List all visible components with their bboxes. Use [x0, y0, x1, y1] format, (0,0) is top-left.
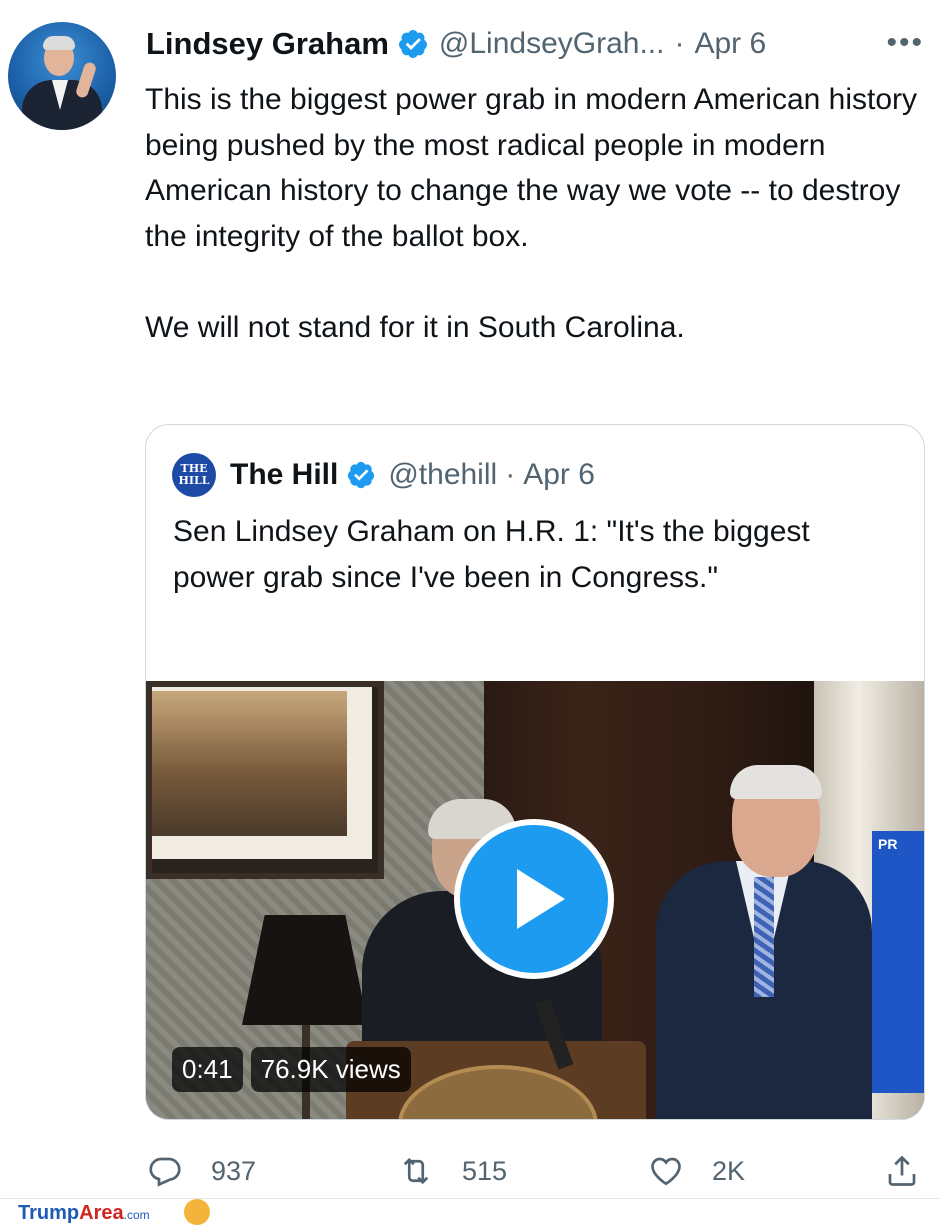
- share-button[interactable]: [884, 1145, 920, 1197]
- governor-hair: [730, 765, 822, 799]
- video-wall-frame: [146, 681, 384, 879]
- frame-mat: [152, 687, 372, 859]
- reply-button[interactable]: 937: [147, 1145, 256, 1197]
- avatar-logo-text: HILL: [178, 474, 210, 487]
- verified-badge-icon: [398, 30, 427, 58]
- play-icon: [517, 869, 565, 929]
- watermark-part: Area: [79, 1202, 124, 1224]
- watermark-face-icon: [184, 1199, 210, 1225]
- quoted-author-avatar: THE HILL: [172, 453, 216, 497]
- retweet-button[interactable]: 515: [398, 1145, 507, 1197]
- tweet-paragraph: We will not stand for it in South Caroli…: [145, 310, 685, 344]
- video-player[interactable]: PR 0:41 76.9K views: [146, 681, 924, 1119]
- author-display-name[interactable]: Lindsey Graham: [146, 26, 389, 62]
- retweet-icon: [403, 1157, 429, 1185]
- quoted-tweet-date: Apr 6: [523, 458, 595, 491]
- sign-text: PR: [878, 836, 898, 852]
- video-badges: 0:41 76.9K views: [172, 1047, 411, 1092]
- tweet-header: Lindsey Graham @LindseyGrah... · Apr 6: [146, 24, 766, 64]
- header-separator: ·: [674, 27, 685, 60]
- quoted-tweet-text: Sen Lindsey Graham on H.R. 1: "It's the …: [173, 515, 810, 594]
- reply-icon: [149, 1157, 181, 1187]
- site-watermark: TrumpArea.com: [0, 1198, 940, 1225]
- quoted-tweet[interactable]: THE HILL The Hill @thehill · Apr 6 Sen L…: [145, 424, 925, 1120]
- like-count: 2K: [712, 1155, 746, 1186]
- watermark-part: Trump: [18, 1202, 80, 1224]
- tweet-actions: 937 515 2K: [0, 1145, 940, 1197]
- quoted-author-name: The Hill: [230, 458, 339, 491]
- play-button[interactable]: [454, 819, 614, 979]
- reply-count: 937: [211, 1155, 257, 1186]
- avatar-hair: [43, 36, 75, 50]
- watermark-logo-text: TrumpArea.com: [18, 1202, 150, 1225]
- author-handle[interactable]: @LindseyGrah...: [439, 27, 665, 61]
- video-sign: PR: [872, 831, 924, 1093]
- verified-badge-icon: [348, 461, 375, 489]
- framed-photo: [152, 691, 347, 836]
- tweet-date[interactable]: Apr 6: [694, 27, 766, 61]
- more-horizontal-icon[interactable]: •••: [886, 26, 924, 60]
- video-duration: 0:41: [172, 1047, 243, 1092]
- tweet-text: This is the biggest power grab in modern…: [145, 77, 935, 396]
- retweet-count: 515: [462, 1155, 508, 1186]
- share-icon: [888, 1155, 916, 1186]
- like-button[interactable]: 2K: [648, 1145, 745, 1197]
- video-views: 76.9K views: [250, 1047, 411, 1092]
- author-avatar[interactable]: [8, 22, 116, 130]
- quoted-author-handle: @thehill: [388, 458, 498, 491]
- header-separator: ·: [505, 458, 516, 491]
- quoted-tweet-header: THE HILL The Hill @thehill · Apr 6: [172, 451, 595, 499]
- like-icon: [651, 1157, 681, 1186]
- governor-tie: [754, 877, 774, 997]
- tweet-paragraph: This is the biggest power grab in modern…: [145, 83, 918, 253]
- watermark-part: .com: [123, 1208, 150, 1222]
